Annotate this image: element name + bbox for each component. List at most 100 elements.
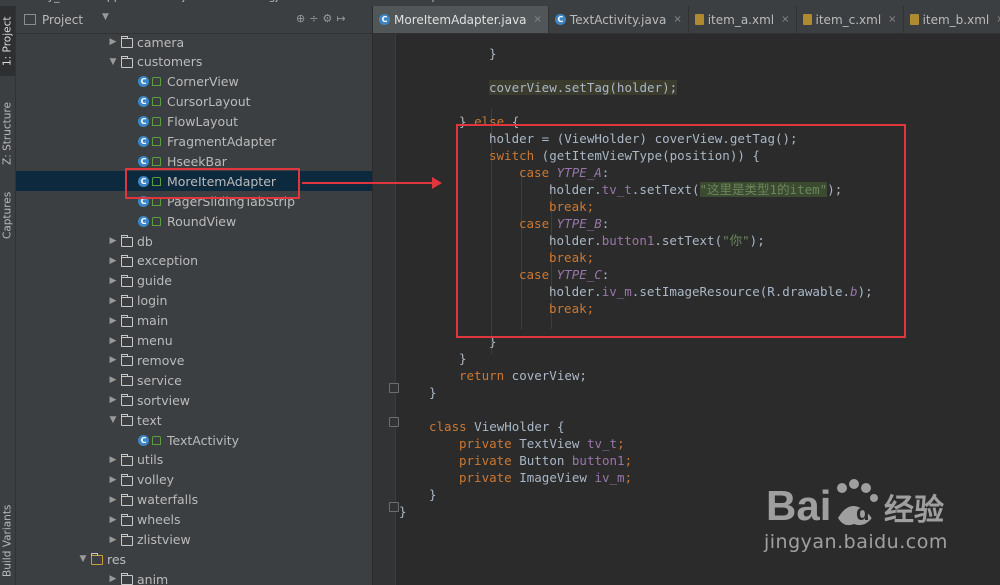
tree-item-folder[interactable]: ▶ menu [16, 331, 372, 351]
tree-item-folder[interactable]: ▶ volley [16, 470, 372, 490]
tab-captures-toolwindow[interactable]: Captures [0, 184, 15, 246]
tree-item-class[interactable]: C FlowLayout [16, 112, 372, 132]
chevron-right-icon[interactable]: ▶ [108, 455, 118, 465]
chevron-right-icon[interactable]: ▶ [108, 37, 118, 47]
tree-item-folder[interactable]: ▶ login [16, 291, 372, 311]
chevron-right-icon[interactable]: ▶ [108, 475, 118, 485]
tree-item-label: RoundView [167, 213, 237, 229]
code-line: } [489, 45, 497, 62]
svg-text:Bai: Bai [766, 482, 831, 529]
code-token: } [429, 385, 437, 400]
code-token: coverView; [504, 368, 587, 383]
tree-item-label: CursorLayout [167, 94, 251, 110]
chevron-right-icon[interactable]: ▶ [108, 276, 118, 286]
editor-tab[interactable]: item_a.xml × [689, 6, 797, 33]
code-token: return [459, 368, 505, 383]
chevron-down-icon[interactable]: ▼ [78, 554, 88, 564]
chevron-right-icon[interactable]: ▶ [108, 574, 118, 584]
tree-item-class[interactable]: C TextActivity [16, 430, 372, 450]
tree-item-class[interactable]: C RoundView [16, 211, 372, 231]
folder-icon [121, 374, 133, 387]
tree-item-folder[interactable]: ▶ main [16, 311, 372, 331]
tree-item-folder[interactable]: ▶ waterfalls [16, 490, 372, 510]
code-token: } [489, 46, 497, 61]
tab-structure-toolwindow[interactable]: Z: Structure [0, 94, 15, 174]
baidu-logo-icon: Bai du 经验 [766, 479, 944, 529]
tree-item-folder[interactable]: ▼ customers [16, 52, 372, 72]
project-panel-toolbar: ⊕ ÷ ⚙ ↦ [296, 12, 346, 25]
close-icon[interactable]: × [781, 14, 789, 25]
chevron-right-icon[interactable]: ▶ [108, 395, 118, 405]
tree-item-folder[interactable]: ▶ service [16, 370, 372, 390]
code-line: coverView.setTag(holder); [489, 79, 678, 96]
chevron-down-icon[interactable]: ▼ [102, 12, 109, 22]
tree-item-folder[interactable]: ▶ db [16, 231, 372, 251]
tree-item-folder[interactable]: ▶ utils [16, 450, 372, 470]
code-line: private ImageView iv_m; [459, 469, 632, 486]
tree-item-folder[interactable]: ▶ remove [16, 350, 372, 370]
collapse-all-icon[interactable]: ÷ [309, 12, 318, 25]
tree-item-label: service [137, 372, 182, 388]
tree-item-label: zlistview [137, 532, 191, 547]
chevron-right-icon[interactable]: ▶ [108, 256, 118, 266]
project-view-selector[interactable]: Project [42, 13, 83, 27]
project-panel-header: Project ▼ ⊕ ÷ ⚙ ↦ [16, 6, 372, 34]
chevron-right-icon[interactable]: ▶ [108, 535, 118, 545]
tree-item-folder[interactable]: ▶ camera [16, 32, 372, 52]
tab-build-variants-toolwindow[interactable]: Build Variants [0, 498, 15, 584]
chevron-right-icon[interactable]: ▶ [108, 316, 118, 326]
editor-tab-label: item_a.xml [707, 12, 775, 27]
annotation-box-tree [125, 168, 300, 199]
tree-item-label: res [107, 551, 127, 567]
editor-tab[interactable]: item_c.xml × [797, 6, 904, 33]
hide-panel-icon[interactable]: ↦ [336, 12, 345, 25]
close-icon[interactable]: × [534, 14, 542, 25]
tree-item-folder[interactable]: ▶ wheels [16, 510, 372, 530]
close-icon[interactable]: × [673, 14, 681, 25]
annotation-box-code [456, 124, 906, 338]
chevron-right-icon[interactable]: ▶ [108, 495, 118, 505]
editor-tab[interactable]: item_b.xml × [904, 6, 1000, 33]
java-class-icon: C [138, 76, 149, 88]
folder-icon [121, 36, 133, 48]
close-icon[interactable]: × [996, 14, 1000, 25]
chevron-right-icon[interactable]: ▶ [108, 336, 118, 346]
xml-file-icon [802, 14, 812, 25]
folder-icon [121, 573, 133, 585]
code-token: } [459, 351, 467, 366]
tree-item-folder[interactable]: ▶ exception [16, 251, 372, 271]
java-class-icon: C [138, 215, 149, 227]
code-line: } [399, 503, 407, 520]
tree-item-folder[interactable]: ▶ anim [16, 569, 372, 585]
close-icon[interactable]: × [888, 14, 896, 25]
chevron-right-icon[interactable]: ▶ [108, 296, 118, 306]
tree-item-label: guide [137, 273, 172, 289]
tree-item-class[interactable]: C CursorLayout [16, 92, 372, 112]
tree-item-label: HseekBar [167, 153, 227, 169]
gear-icon[interactable]: ⚙ [322, 12, 332, 25]
chevron-right-icon[interactable]: ▶ [108, 375, 118, 385]
chevron-right-icon[interactable]: ▶ [108, 515, 118, 525]
java-class-icon: C [138, 434, 149, 446]
tree-item-class[interactable]: C FragmentAdapter [16, 132, 372, 152]
tree-item-folder[interactable]: ▶ zlistview [16, 530, 372, 550]
locate-icon[interactable]: ⊕ [296, 12, 305, 25]
tree-item-label: text [137, 412, 162, 428]
chevron-down-icon[interactable]: ▼ [108, 57, 118, 67]
chevron-down-icon[interactable]: ▼ [108, 415, 118, 425]
tree-item-folder[interactable]: ▼ res [16, 549, 372, 569]
tree-item-label: volley [137, 472, 175, 488]
tree-item-folder[interactable]: ▶ guide [16, 271, 372, 291]
annotation-arrow-head [432, 177, 442, 189]
tree-item-folder[interactable]: ▶ sortview [16, 390, 372, 410]
tree-item-label: login [137, 293, 168, 309]
code-token: ; [617, 436, 625, 451]
tab-project-toolwindow[interactable]: 1: Project [0, 6, 15, 76]
folder-icon [91, 553, 103, 566]
editor-tab[interactable]: C TextActivity.java × [549, 6, 689, 33]
tree-item-class[interactable]: C CornerView [16, 72, 372, 92]
chevron-right-icon[interactable]: ▶ [108, 355, 118, 365]
editor-tab[interactable]: C MoreItemAdapter.java × [373, 6, 549, 33]
chevron-right-icon[interactable]: ▶ [108, 236, 118, 246]
tree-item-folder[interactable]: ▼ text [16, 410, 372, 430]
